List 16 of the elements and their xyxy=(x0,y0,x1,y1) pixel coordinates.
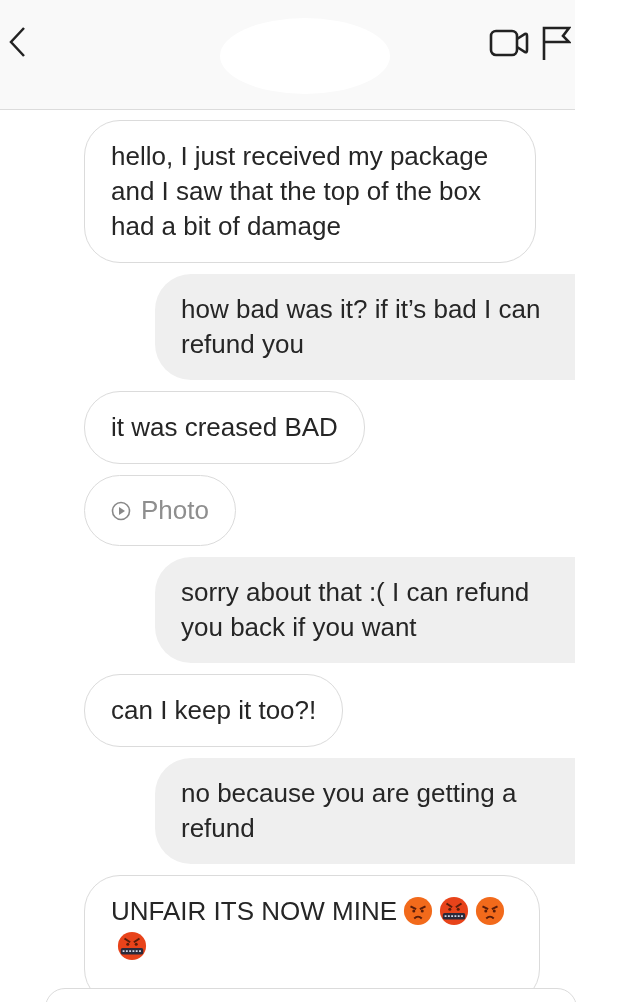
photo-label: Photo xyxy=(141,494,209,527)
angry-face-icon xyxy=(475,896,505,926)
angry-face-icon xyxy=(403,896,433,926)
cursing-face-icon xyxy=(117,931,147,961)
message-bubble: hello, I just received my package and I saw that the top of the box had a bit of damage xyxy=(84,120,536,263)
message-bubble: how bad was it? if it’s bad I can refund you xyxy=(155,274,575,380)
play-icon xyxy=(111,500,131,521)
message-text: UNFAIR ITS NOW MINE xyxy=(111,896,397,926)
message-bubble: can I keep it too?! xyxy=(84,674,344,747)
message-bubble: sorry about that :( I can refund you back if you want xyxy=(155,557,575,663)
message-bubble: no because you are getting a refund xyxy=(155,758,575,864)
message-bubble: it was creased BAD xyxy=(84,391,365,464)
cursing-face-icon xyxy=(439,896,469,926)
photo-message[interactable]: Photo xyxy=(84,475,236,546)
flag-icon[interactable] xyxy=(541,24,571,61)
back-icon[interactable] xyxy=(8,25,26,58)
